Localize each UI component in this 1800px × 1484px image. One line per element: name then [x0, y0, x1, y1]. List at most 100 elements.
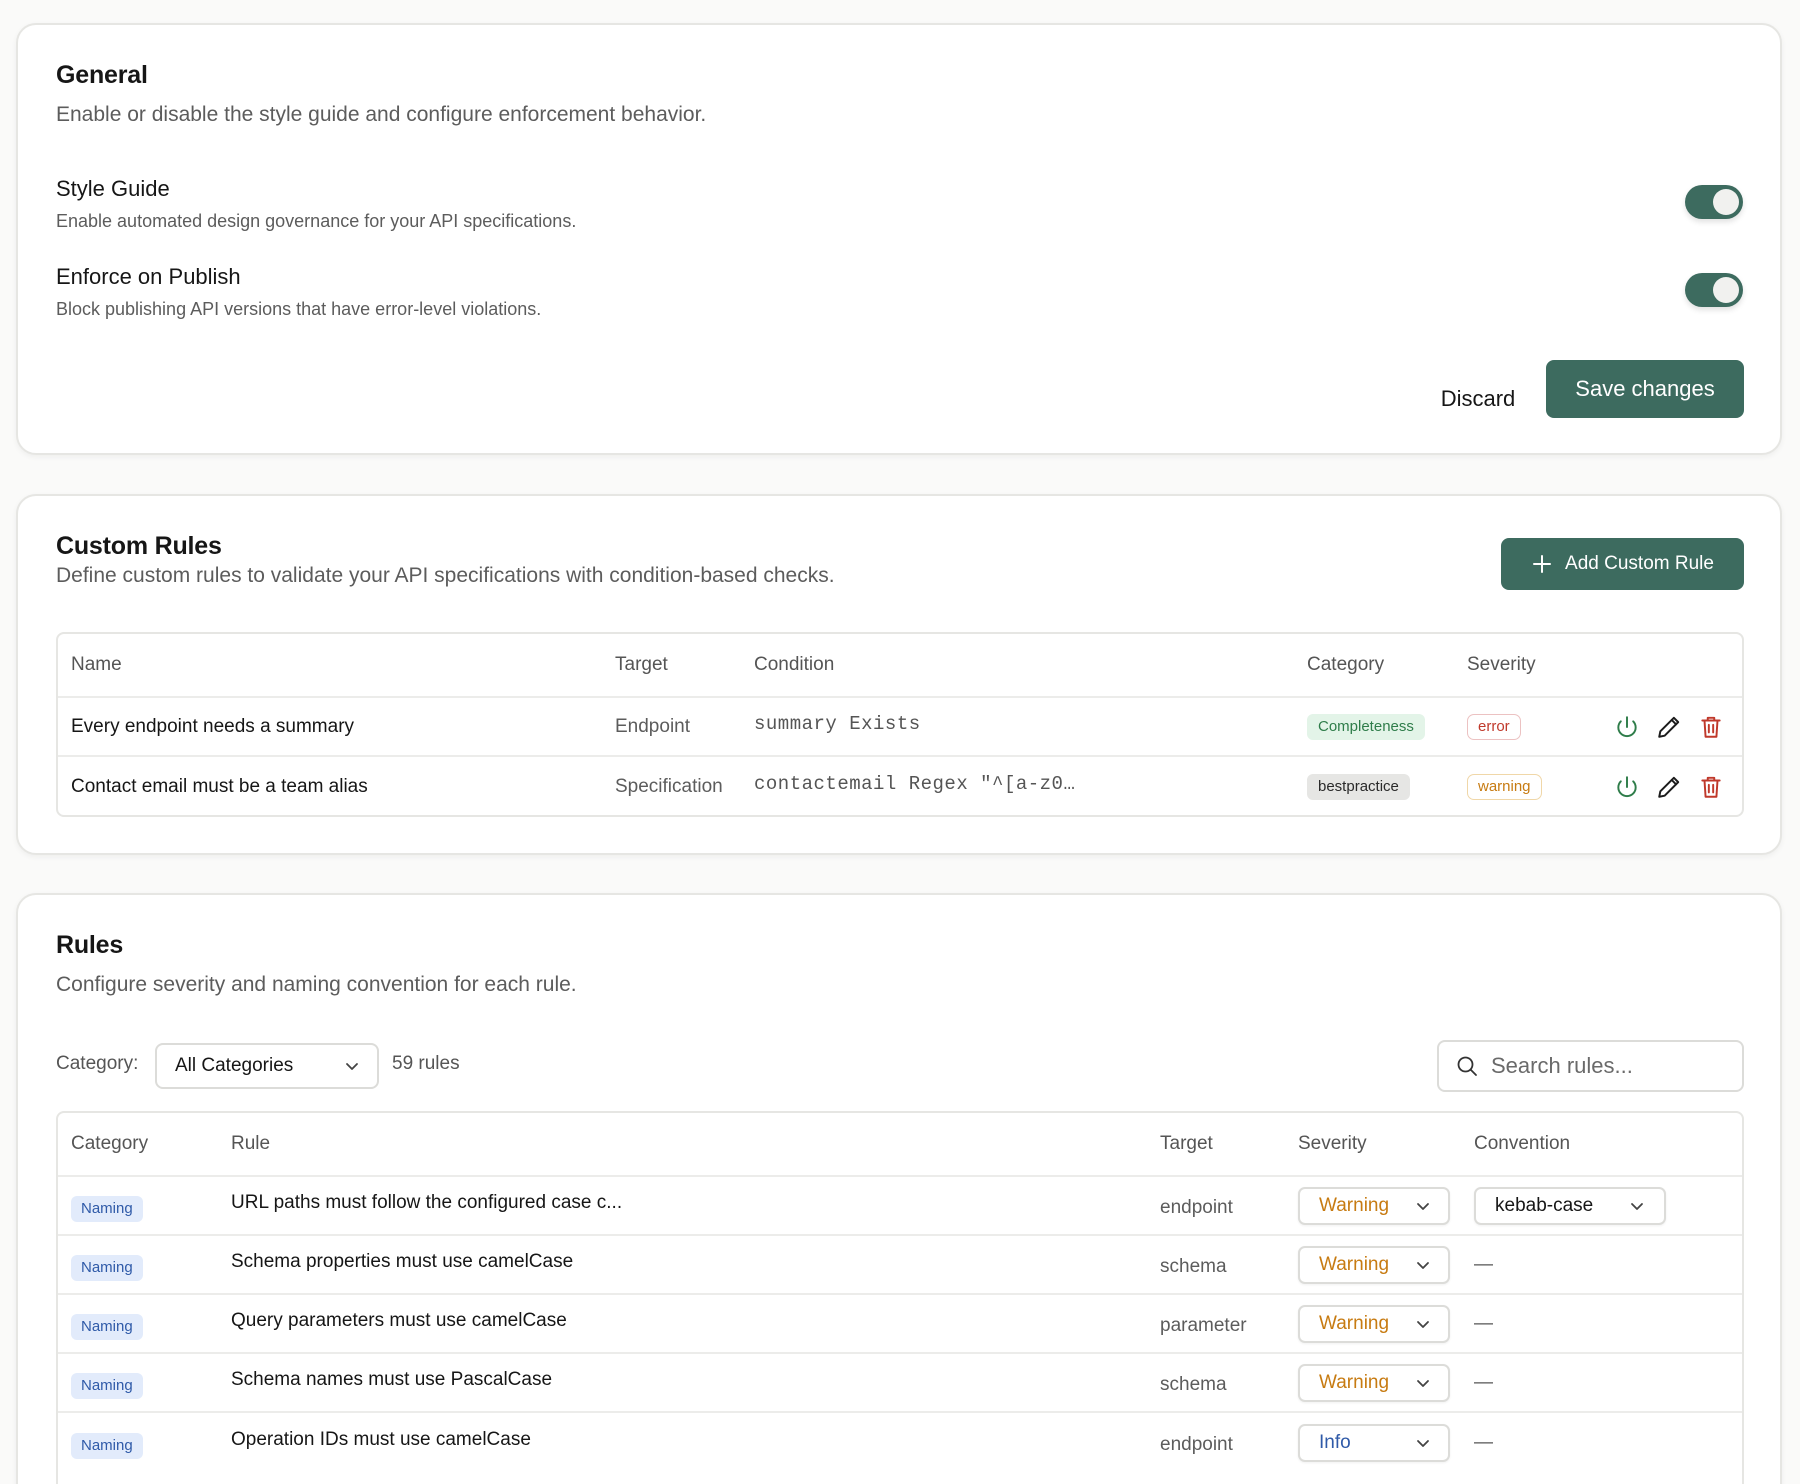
style-guide-setting-title: Style Guide	[56, 176, 170, 201]
trash-icon[interactable]	[1696, 712, 1726, 742]
column-header-severity: Severity	[1298, 1133, 1367, 1154]
custom-rule-name: Every endpoint needs a summary	[71, 715, 355, 737]
custom-rules-table: Name Target Condition Category Severity …	[56, 632, 1744, 817]
severity-value: Warning	[1319, 1371, 1390, 1393]
table-row[interactable]: Contact email must be a team alias Speci…	[58, 757, 1742, 815]
discard-button[interactable]: Discard	[1408, 374, 1548, 424]
category-badge: Naming	[71, 1195, 143, 1222]
search-icon	[1457, 1056, 1477, 1076]
power-icon[interactable]	[1612, 772, 1642, 802]
category-badge: bestpractice	[1307, 773, 1410, 800]
chevron-down-icon	[1417, 1379, 1429, 1387]
severity-select[interactable]: Info	[1298, 1423, 1450, 1462]
custom-rule-condition: summary Exists	[754, 712, 921, 735]
table-row: Naming URL paths must follow the configu…	[58, 1177, 1742, 1236]
custom-rule-target: Specification	[615, 775, 723, 797]
trash-icon[interactable]	[1696, 772, 1726, 802]
convention-empty: —	[1474, 1253, 1493, 1275]
rule-target: endpoint	[1160, 1433, 1233, 1455]
rule-target: schema	[1160, 1255, 1227, 1277]
severity-value: Warning	[1319, 1253, 1390, 1275]
table-row[interactable]: Every endpoint needs a summary Endpoint …	[58, 698, 1742, 757]
severity-select[interactable]: Warning	[1298, 1304, 1450, 1343]
search-box[interactable]	[1437, 1040, 1744, 1092]
category-badge: Completeness	[1307, 713, 1425, 740]
convention-empty: —	[1474, 1312, 1493, 1334]
custom-rules-subtitle: Define custom rules to validate your API…	[56, 564, 835, 587]
toggle-knob	[1713, 189, 1739, 215]
convention-select[interactable]: kebab-case	[1474, 1186, 1666, 1225]
rule-name: Schema properties must use camelCase	[231, 1250, 574, 1272]
add-custom-rule-label: Add Custom Rule	[1565, 553, 1714, 574]
style-guide-toggle[interactable]	[1685, 185, 1743, 219]
column-header-condition: Condition	[754, 654, 835, 675]
table-row: Naming Schema properties must use camelC…	[58, 1236, 1742, 1295]
enforce-on-publish-toggle[interactable]	[1685, 273, 1743, 307]
custom-rule-name: Contact email must be a team alias	[71, 775, 368, 797]
custom-rules-card: Custom Rules Define custom rules to vali…	[16, 494, 1782, 855]
save-changes-button[interactable]: Save changes	[1546, 360, 1744, 418]
chevron-down-icon	[346, 1063, 358, 1070]
rules-subtitle: Configure severity and naming convention…	[56, 973, 577, 996]
rules-table: Category Rule Target Severity Convention…	[56, 1111, 1744, 1484]
column-header-name: Name	[71, 654, 122, 675]
severity-select[interactable]: Warning	[1298, 1363, 1450, 1402]
add-custom-rule-button[interactable]: Add Custom Rule	[1501, 538, 1744, 590]
toggle-knob	[1713, 277, 1739, 303]
chevron-down-icon	[1417, 1202, 1429, 1210]
table-header-row: Category Rule Target Severity Convention	[58, 1113, 1742, 1177]
enforce-on-publish-title: Enforce on Publish	[56, 264, 241, 289]
severity-select[interactable]: Warning	[1298, 1186, 1450, 1225]
convention-empty: —	[1474, 1371, 1493, 1393]
severity-badge: warning	[1467, 773, 1542, 800]
column-header-rule: Rule	[231, 1133, 271, 1154]
rule-name: URL paths must follow the configured cas…	[231, 1191, 623, 1213]
category-badge: Naming	[71, 1313, 143, 1340]
chevron-down-icon	[1417, 1320, 1429, 1328]
custom-rules-title: Custom Rules	[56, 532, 222, 560]
custom-rule-condition: contactemail Regex "^[a-z0…	[754, 772, 1076, 795]
table-row: Naming Operation IDs must use camelCase …	[58, 1413, 1742, 1472]
severity-badge: error	[1467, 713, 1521, 740]
category-filter-value: All Categories	[175, 1055, 294, 1076]
chevron-down-icon	[1631, 1202, 1643, 1210]
plus-icon	[1533, 555, 1552, 573]
rule-name: Schema names must use PascalCase	[231, 1368, 553, 1390]
category-badge: Naming	[71, 1254, 143, 1281]
column-header-severity: Severity	[1467, 654, 1536, 675]
column-header-target: Target	[615, 654, 668, 675]
chevron-down-icon	[1417, 1439, 1429, 1447]
enforce-on-publish-description: Block publishing API versions that have …	[56, 299, 542, 319]
rules-title: Rules	[56, 931, 124, 959]
rule-name: Operation IDs must use camelCase	[231, 1428, 531, 1450]
table-row: Naming Query parameters must use camelCa…	[58, 1295, 1742, 1354]
pencil-icon[interactable]	[1654, 772, 1684, 802]
rule-target: schema	[1160, 1373, 1227, 1395]
table-header-row: Name Target Condition Category Severity	[58, 634, 1742, 698]
chevron-down-icon	[1417, 1261, 1429, 1269]
severity-select[interactable]: Warning	[1298, 1245, 1450, 1284]
category-filter-select[interactable]: All Categories	[155, 1043, 379, 1089]
pencil-icon[interactable]	[1654, 712, 1684, 742]
convention-empty: —	[1474, 1431, 1493, 1453]
rule-name: Query parameters must use camelCase	[231, 1309, 567, 1331]
severity-value: Info	[1319, 1431, 1351, 1453]
general-title: General	[56, 61, 148, 89]
style-guide-settings-page: General Enable or disable the style guid…	[0, 0, 1800, 1484]
power-icon[interactable]	[1612, 712, 1642, 742]
rule-target: parameter	[1160, 1314, 1247, 1336]
column-header-target: Target	[1160, 1133, 1213, 1154]
column-header-convention: Convention	[1474, 1133, 1571, 1154]
severity-value: Warning	[1319, 1312, 1390, 1334]
column-header-category: Category	[1307, 654, 1385, 675]
rules-card: Rules Configure severity and naming conv…	[16, 893, 1782, 1484]
search-input[interactable]	[1491, 1053, 1741, 1079]
general-subtitle: Enable or disable the style guide and co…	[56, 103, 707, 126]
column-header-category: Category	[71, 1133, 149, 1154]
style-guide-setting-description: Enable automated design governance for y…	[56, 211, 577, 231]
category-badge: Naming	[71, 1372, 143, 1399]
table-row: Naming Schema names must use PascalCase …	[58, 1354, 1742, 1413]
rules-count: 59 rules	[392, 1053, 460, 1074]
general-card: General Enable or disable the style guid…	[16, 23, 1782, 455]
rule-target: endpoint	[1160, 1196, 1233, 1218]
